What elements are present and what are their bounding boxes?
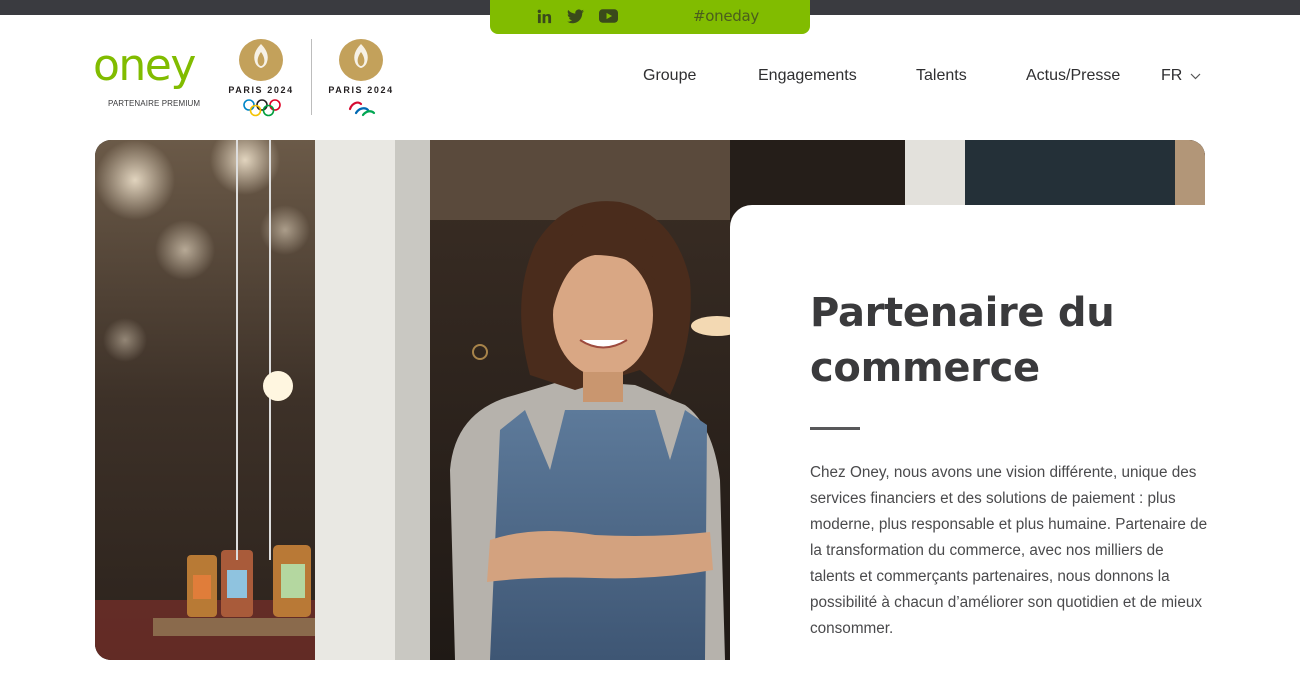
- nav-item-talents[interactable]: Talents: [916, 67, 967, 85]
- chevron-down-icon: [1190, 73, 1201, 79]
- paris-2024-olympic-logo: PARIS 2024: [224, 38, 298, 120]
- social-links-bar: [490, 0, 810, 34]
- hero-title: Partenaire du commerce: [810, 286, 1210, 396]
- nav-item-groupe[interactable]: Groupe: [643, 67, 696, 85]
- oney-logo[interactable]: oney PARTENAIRE PREMIUM: [93, 40, 200, 109]
- hashtag-label[interactable]: #oneday: [693, 7, 759, 25]
- hero-title-line-2: commerce: [810, 345, 1040, 391]
- title-underline: [810, 427, 860, 430]
- partner-tagline: PARTENAIRE PREMIUM: [108, 99, 201, 108]
- olympic-label: PARIS 2024: [228, 85, 294, 95]
- nav-item-engagements[interactable]: Engagements: [758, 67, 857, 85]
- hero-description: Chez Oney, nous avons une vision différe…: [810, 464, 1208, 637]
- twitter-icon[interactable]: [567, 7, 584, 25]
- oney-wordmark: oney: [93, 40, 196, 91]
- logo-divider: [311, 39, 312, 115]
- nav-item-actus-presse[interactable]: Actus/Presse: [1026, 67, 1120, 85]
- paralympic-label: PARIS 2024: [328, 85, 394, 95]
- paris-2024-paralympic-logo: PARIS 2024: [324, 38, 398, 120]
- hero-title-line-1: Partenaire du: [810, 290, 1115, 336]
- language-selector[interactable]: FR: [1161, 67, 1201, 85]
- youtube-icon[interactable]: [599, 7, 618, 25]
- linkedin-icon[interactable]: [537, 7, 552, 25]
- language-label: FR: [1161, 67, 1183, 84]
